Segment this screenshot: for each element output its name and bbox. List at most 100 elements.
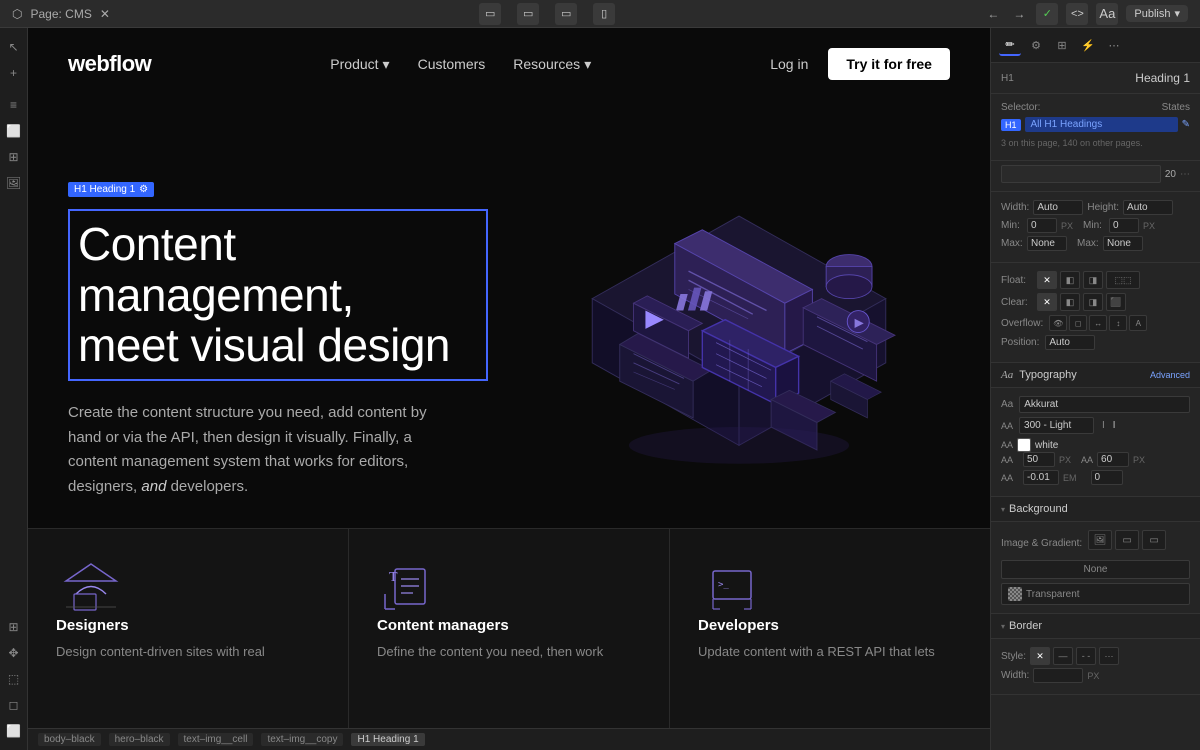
breadcrumb-copy[interactable]: text–img__copy <box>261 733 343 746</box>
type-icon[interactable]: Aa <box>1096 3 1118 25</box>
height-input[interactable] <box>1123 200 1173 215</box>
check-icon[interactable]: ✓ <box>1036 3 1058 25</box>
panel-more-tab[interactable]: ⋯ <box>1103 34 1125 56</box>
float-label: Float: <box>1001 275 1031 286</box>
font-weight-input[interactable] <box>1019 417 1094 434</box>
border-none-btn[interactable]: ✕ <box>1030 647 1050 665</box>
border-section-header[interactable]: ▾ Border <box>991 614 1200 639</box>
back-btn[interactable]: ← <box>984 5 1002 23</box>
bg-gradient-v-btn[interactable]: ▭ <box>1142 530 1166 550</box>
font-family-input[interactable] <box>1019 396 1190 413</box>
clear-left-btn[interactable]: ◧ <box>1060 293 1080 311</box>
border-width-row: Width: PX <box>1001 668 1190 683</box>
float-right-btn[interactable]: ◨ <box>1083 271 1103 289</box>
tool-arrow[interactable]: ↖ <box>3 36 25 58</box>
max-h-input[interactable] <box>1103 236 1143 251</box>
nav-customers[interactable]: Customers <box>418 56 486 72</box>
login-link[interactable]: Log in <box>770 56 808 72</box>
background-section-header[interactable]: ▾ Background <box>991 497 1200 522</box>
selector-all-h1[interactable]: All H1 Headings <box>1025 117 1178 132</box>
panel-interactions-tab[interactable]: ⚡ <box>1077 34 1099 56</box>
panel-layout-tab[interactable]: ⊞ <box>1051 34 1073 56</box>
publish-button[interactable]: Publish ▾ <box>1126 5 1188 22</box>
min-h-input[interactable] <box>1109 218 1139 233</box>
breadcrumb-body-label: body–black <box>44 734 95 745</box>
advanced-toggle[interactable]: Advanced <box>1150 370 1190 380</box>
clear-right-btn[interactable]: ◨ <box>1083 293 1103 311</box>
border-width-input[interactable] <box>1033 668 1083 683</box>
clear-label: Clear: <box>1001 297 1031 308</box>
cta-button[interactable]: Try it for free <box>828 48 950 80</box>
nav-product[interactable]: Product ▾ <box>330 56 389 73</box>
tool-assets[interactable]: 🖼 <box>3 172 25 194</box>
overflow-hidden-btn[interactable]: ◻ <box>1069 315 1087 331</box>
forward-btn[interactable]: → <box>1010 5 1028 23</box>
typography-section-header[interactable]: Aa Typography Advanced <box>991 363 1200 388</box>
bold-icon[interactable]: I <box>1113 420 1116 431</box>
nav-resources[interactable]: Resources ▾ <box>513 56 591 73</box>
site-nav-actions: Log in Try it for free <box>770 48 950 80</box>
badge-label: H1 Heading 1 <box>74 184 135 195</box>
badge-gear-icon[interactable]: ⚙ <box>139 184 148 195</box>
tool-shapes[interactable]: ◻ <box>3 694 25 716</box>
tool-erase[interactable]: ⬜ <box>3 720 25 742</box>
width-input[interactable] <box>1033 200 1083 215</box>
bg-gradient-h-btn[interactable]: ▭ <box>1115 530 1139 550</box>
border-dashed-btn[interactable]: - - <box>1076 647 1096 665</box>
border-dotted-btn[interactable]: ··· <box>1099 647 1119 665</box>
panel-style-tab[interactable]: ✏ <box>999 34 1021 56</box>
letter-spacing-2-input[interactable] <box>1091 470 1123 485</box>
italic-icon[interactable]: I <box>1102 420 1105 431</box>
max-w-label: Max: <box>1001 238 1023 249</box>
wh-section: Width: Height: Min: PX Min: PX Max: Max: <box>991 192 1200 263</box>
panel-settings-tab[interactable]: ⚙ <box>1025 34 1047 56</box>
tool-crop[interactable]: ⬚ <box>3 668 25 690</box>
svg-text:T: T <box>389 570 398 585</box>
breadcrumb-cell[interactable]: text–img__cell <box>178 733 254 746</box>
font-size-input[interactable] <box>1023 452 1055 467</box>
overflow-scroll-h-btn[interactable]: ↔ <box>1089 315 1107 331</box>
overflow-visible-btn[interactable]: 👁 <box>1049 315 1067 331</box>
breadcrumb-h1[interactable]: H1 Heading 1 <box>351 733 424 746</box>
dimension-more-icon[interactable]: ⋯ <box>1180 169 1190 180</box>
float-none-btn[interactable]: ✕ <box>1037 271 1057 289</box>
browser-tab[interactable]: ⬡ Page: CMS ✕ <box>12 7 110 21</box>
tool-add[interactable]: + <box>3 62 25 84</box>
color-swatch[interactable] <box>1017 438 1031 452</box>
device-phone-btn[interactable]: ▯ <box>593 3 615 25</box>
position-input[interactable] <box>1045 335 1095 350</box>
selector-info: 3 on this page, 140 on other pages. <box>1001 138 1190 148</box>
device-mobile-btn[interactable]: ▭ <box>555 3 577 25</box>
breadcrumb-hero[interactable]: hero–black <box>109 733 170 746</box>
bg-image-btn[interactable]: 🖼 <box>1088 530 1112 550</box>
device-tablet-btn[interactable]: ▭ <box>517 3 539 25</box>
font-size-unit: PX <box>1059 455 1071 465</box>
device-desktop-btn[interactable]: ▭ <box>479 3 501 25</box>
float-group-btn[interactable]: ⬚⬚ <box>1106 271 1140 289</box>
tool-components[interactable]: ⊞ <box>3 146 25 168</box>
clear-none-btn[interactable]: ✕ <box>1037 293 1057 311</box>
heading-badge[interactable]: H1 Heading 1 ⚙ <box>68 182 154 197</box>
clear-both-btn[interactable]: ⬛ <box>1106 293 1126 311</box>
tool-move[interactable]: ✥ <box>3 642 25 664</box>
min-w-label: Min: <box>1001 220 1023 231</box>
min-w-input[interactable] <box>1027 218 1057 233</box>
letter-spacing-icon: AA <box>1001 473 1019 483</box>
float-left-btn[interactable]: ◧ <box>1060 271 1080 289</box>
border-style-label: Style: <box>1001 651 1026 662</box>
transparent-swatch[interactable] <box>1008 587 1022 601</box>
code-icon[interactable]: <> <box>1066 3 1088 25</box>
overflow-auto-btn[interactable]: A <box>1129 315 1147 331</box>
letter-spacing-input[interactable] <box>1023 470 1059 485</box>
breadcrumb-body[interactable]: body–black <box>38 733 101 746</box>
border-solid-btn[interactable]: — <box>1053 647 1073 665</box>
nav-resources-label: Resources <box>513 56 580 72</box>
states-button[interactable]: States <box>1162 102 1190 113</box>
tool-pages[interactable]: ⬜ <box>3 120 25 142</box>
overflow-scroll-v-btn[interactable]: ↕ <box>1109 315 1127 331</box>
tool-layers[interactable]: ≡ <box>3 94 25 116</box>
max-w-input[interactable] <box>1027 236 1067 251</box>
selector-edit-icon[interactable]: ✎ <box>1182 119 1190 130</box>
line-height-input[interactable] <box>1097 452 1129 467</box>
tool-grid[interactable]: ⊞ <box>3 616 25 638</box>
